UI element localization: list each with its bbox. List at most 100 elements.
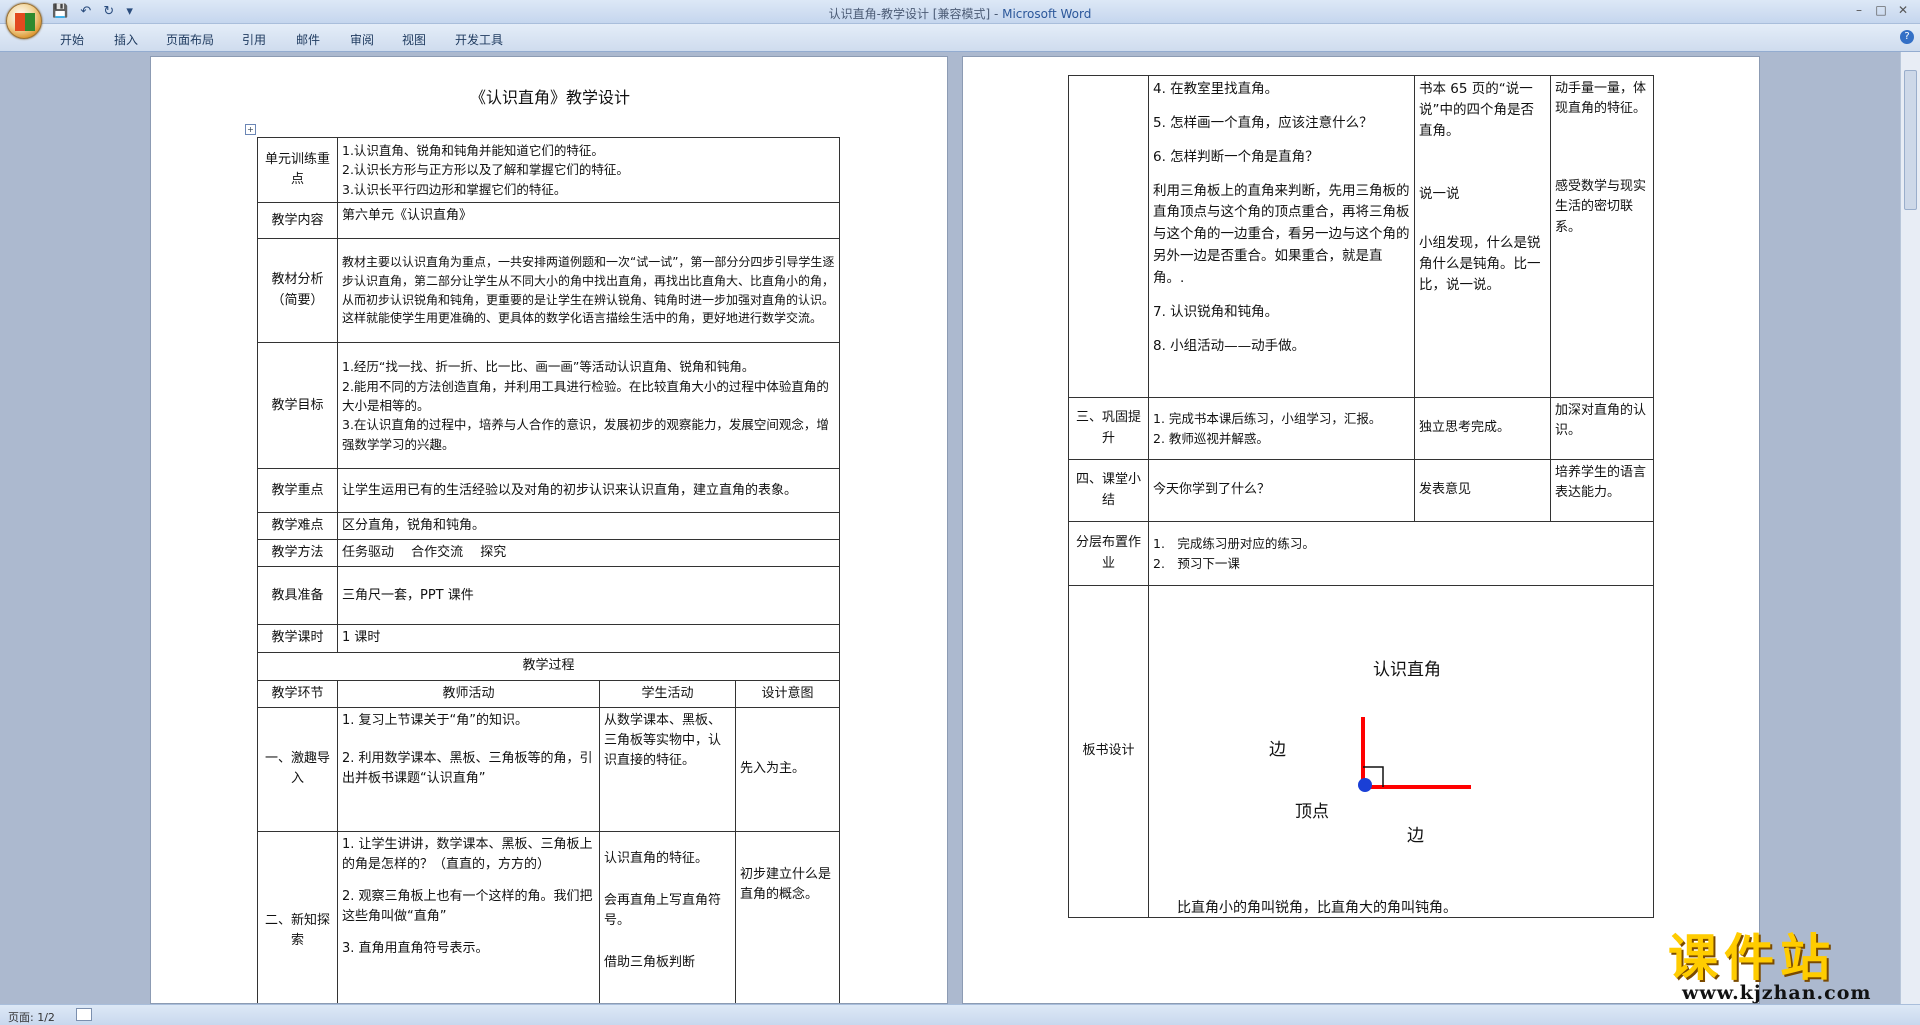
row-label: 单元训练重点 [257, 136, 338, 204]
right-angle-diagram [1358, 717, 1471, 792]
list-item: 2. 预习下一课 [1153, 555, 1240, 571]
row-content: 1 课时 [336, 624, 841, 653]
tab-developer[interactable]: 开发工具 [455, 31, 503, 48]
row-label: 教学目标 [257, 342, 338, 470]
tab-view[interactable]: 视图 [402, 31, 426, 48]
logo-url: www.kjzhan.com [1682, 982, 1872, 1004]
column-header: 设计意图 [734, 679, 841, 708]
list-item: 动手量一量，体现直角的特征。 [1555, 81, 1647, 117]
table-row: 一、激趣导入 1. 复习上节课关于“角”的知识。 2. 利用数学课本、黑板、三角… [257, 706, 841, 832]
tab-mailings[interactable]: 邮件 [296, 31, 320, 48]
tab-home[interactable]: 开始 [60, 31, 84, 48]
list-item: 8. 小组活动——动手做。 [1153, 337, 1306, 354]
vertical-scrollbar[interactable] [1900, 52, 1920, 1004]
list-item: 初步建立什么是直角的概念。 [740, 866, 832, 902]
step-label: 二、新知探索 [257, 830, 338, 1003]
table-row: 单元训练重点 1.认识直角、锐角和钝角并能知道它们的特征。 2.认识长方形与正方… [257, 136, 841, 204]
list-item: 3.认识长平行四边形和掌握它们的特征。 [342, 181, 567, 197]
table-row: 教具准备 三角尺一套，PPT 课件 [257, 566, 841, 626]
page-count[interactable]: 页面: 1/2 [8, 1009, 55, 1025]
list-item: 2. 教师巡视并解惑。 [1153, 430, 1269, 446]
title-bar: 💾 ↶ ↻ ▾ 认识直角-教学设计 [兼容模式] - Microsoft Wor… [0, 0, 1920, 39]
homework-content: 1. 完成练习册对应的练习。 2. 预习下一课 [1148, 521, 1654, 586]
vertex-dot [1358, 778, 1372, 792]
student-activity: 发表意见 [1414, 459, 1551, 522]
table-row: 4. 在教室里找直角。 5. 怎样画一个直角，应该注意什么？ 6. 怎样判断一个… [1068, 75, 1654, 398]
design-intent: 加深对直角的认识。 [1550, 397, 1654, 460]
row-content: 1.经历“找一找、折一折、比一比、画一画”等活动认识直角、锐角和钝角。 2.能用… [336, 342, 841, 470]
list-item: 小组发现，什么是锐角什么是钝角。比一比，说一说。 [1419, 234, 1541, 293]
kjzhan-logo: 课件站 www.kjzhan.com [1668, 918, 1900, 1004]
row-label: 教学重点 [257, 468, 338, 514]
list-item: 3.在认识直角的过程中，培养与人合作的意识，发展初步的观察能力，发展空间观念，增… [342, 417, 829, 452]
teacher-activity: 1. 复习上节课关于“角”的知识。 2. 利用数学课本、黑板、三角板等的角，引出… [337, 706, 600, 832]
maximize-icon[interactable]: □ [1870, 3, 1892, 17]
row-label: 教学课时 [257, 624, 338, 653]
table-row: 教学过程 [256, 651, 841, 681]
office-button[interactable] [6, 3, 42, 39]
list-item: 说一说 [1419, 185, 1460, 202]
table-move-handle-icon[interactable]: + [245, 124, 256, 135]
row-label: 教具准备 [257, 566, 338, 626]
column-header: 教师活动 [337, 679, 600, 708]
list-item: 2.能用不同的方法创造直角，并利用工具进行检验。在比较直角大小的过程中体验直角的… [342, 378, 829, 413]
row-content: 1.认识直角、锐角和钝角并能知道它们的特征。 2.认识长方形与正方形以及了解和掌… [336, 136, 841, 204]
list-item: 2. 观察三角板上也有一个这样的角。我们把这些角叫做“直角” [342, 888, 593, 925]
row-content: 让学生运用已有的生活经验以及对角的初步认识来认识直角，建立直角的表象。 [336, 468, 841, 514]
table-row: 教材分析（简要） 教材主要以认识直角为重点，一共安排两道例题和一次“试一试”，第… [257, 238, 841, 344]
row-content: 任务驱动 合作交流 探究 [336, 539, 841, 568]
design-intent: 初步建立什么是直角的概念。 [734, 830, 841, 1003]
design-intent: 动手量一量，体现直角的特征。 感受数学与现实生活的密切联系。 [1550, 75, 1654, 398]
row-content: 三角尺一套，PPT 课件 [336, 566, 841, 626]
minimize-icon[interactable]: – [1848, 3, 1870, 17]
student-activity: 认识直角的特征。 会再直角上写直角符号。 借助三角板判断 [599, 830, 736, 1003]
table-row: 四、课堂小结 今天你学到了什么？ 发表意见 培养学生的语言表达能力。 [1068, 459, 1654, 522]
office-logo-icon [15, 13, 35, 31]
student-activity: 书本 65 页的“说一说”中的四个角是否直角。 说一说 小组发现，什么是锐角什么… [1414, 75, 1551, 398]
list-item: 2. 利用数学课本、黑板、三角板等的角，引出并板书课题“认识直角” [342, 750, 593, 786]
page-2: 4. 在教室里找直角。 5. 怎样画一个直角，应该注意什么？ 6. 怎样判断一个… [962, 56, 1760, 1004]
document-heading: 《认识直角》教学设计 [469, 88, 630, 107]
row-label: 教材分析（简要） [257, 238, 338, 344]
lesson-info-table: 单元训练重点 1.认识直角、锐角和钝角并能知道它们的特征。 2.认识长方形与正方… [256, 136, 841, 1003]
tab-page-layout[interactable]: 页面布局 [166, 31, 214, 48]
logo-text: 课件站 [1668, 928, 1836, 987]
table-row: 教学难点 区分直角，锐角和钝角。 [257, 512, 841, 541]
list-item: 5. 怎样画一个直角，应该注意什么？ [1153, 114, 1373, 131]
list-item: 书本 65 页的“说一说”中的四个角是否直角。 [1419, 81, 1534, 139]
list-item: 6. 怎样判断一个角是直角？ [1153, 148, 1319, 165]
table-header-row: 教学环节 教师活动 学生活动 设计意图 [257, 679, 841, 708]
row-content: 教材主要以认识直角为重点，一共安排两道例题和一次“试一试”，第一部分分四步引导学… [336, 238, 841, 344]
row-label: 教学难点 [257, 512, 338, 541]
list-item: 会再直角上写直角符号。 [604, 892, 722, 928]
app-name: Microsoft Word [1002, 7, 1092, 21]
list-item: 1.经历“找一找、折一折、比一比、画一画”等活动认识直角、锐角和钝角。 [342, 359, 755, 375]
teacher-activity: 1. 让学生讲讲，数学课本、黑板、三角板上的角是怎样的？（直直的，方方的） 2.… [337, 830, 600, 1003]
table-row: 三、巩固提升 1. 完成书本课后练习，小组学习，汇报。 2. 教师巡视并解惑。 … [1068, 397, 1654, 460]
page-1: 《认识直角》教学设计 + 单元训练重点 1.认识直角、锐角和钝角并能知道它们的特… [150, 56, 948, 1004]
step-label: 三、巩固提升 [1068, 397, 1149, 460]
proofing-icon[interactable] [76, 1008, 92, 1021]
process-header: 教学过程 [256, 651, 841, 681]
help-icon[interactable]: ? [1900, 30, 1914, 44]
table-row: 二、新知探索 1. 让学生讲讲，数学课本、黑板、三角板上的角是怎样的？（直直的，… [257, 830, 841, 1003]
close-icon[interactable]: ✕ [1892, 3, 1914, 17]
teacher-activity: 今天你学到了什么？ [1148, 459, 1415, 522]
step-label: 四、课堂小结 [1068, 459, 1149, 522]
scrollbar-thumb[interactable] [1904, 70, 1917, 210]
table-row: 教学重点 让学生运用已有的生活经验以及对角的初步认识来认识直角，建立直角的表象。 [257, 468, 841, 514]
column-header: 学生活动 [599, 679, 736, 708]
list-item: 3. 直角用直角符号表示。 [342, 941, 489, 957]
list-item: 1. 复习上节课关于“角”的知识。 [342, 712, 529, 728]
row-label: 教学内容 [257, 202, 338, 240]
tab-review[interactable]: 审阅 [350, 31, 374, 48]
tab-insert[interactable]: 插入 [114, 31, 138, 48]
list-item: 利用三角板上的直角来判断，先用三角板的直角顶点与这个角的顶点重合，再将三角板与这… [1153, 182, 1410, 287]
board-title: 认识直角 [1373, 660, 1441, 680]
table-row: 教学课时 1 课时 [257, 624, 841, 653]
row-content: 第六单元《认识直角》 [336, 202, 841, 240]
student-activity: 独立思考完成。 [1414, 397, 1551, 460]
board-note: 比直角小的角叫锐角，比直角大的角叫钝角。 [1177, 900, 1457, 916]
tab-references[interactable]: 引用 [242, 31, 266, 48]
list-item: 7. 认识锐角和钝角。 [1153, 303, 1279, 320]
